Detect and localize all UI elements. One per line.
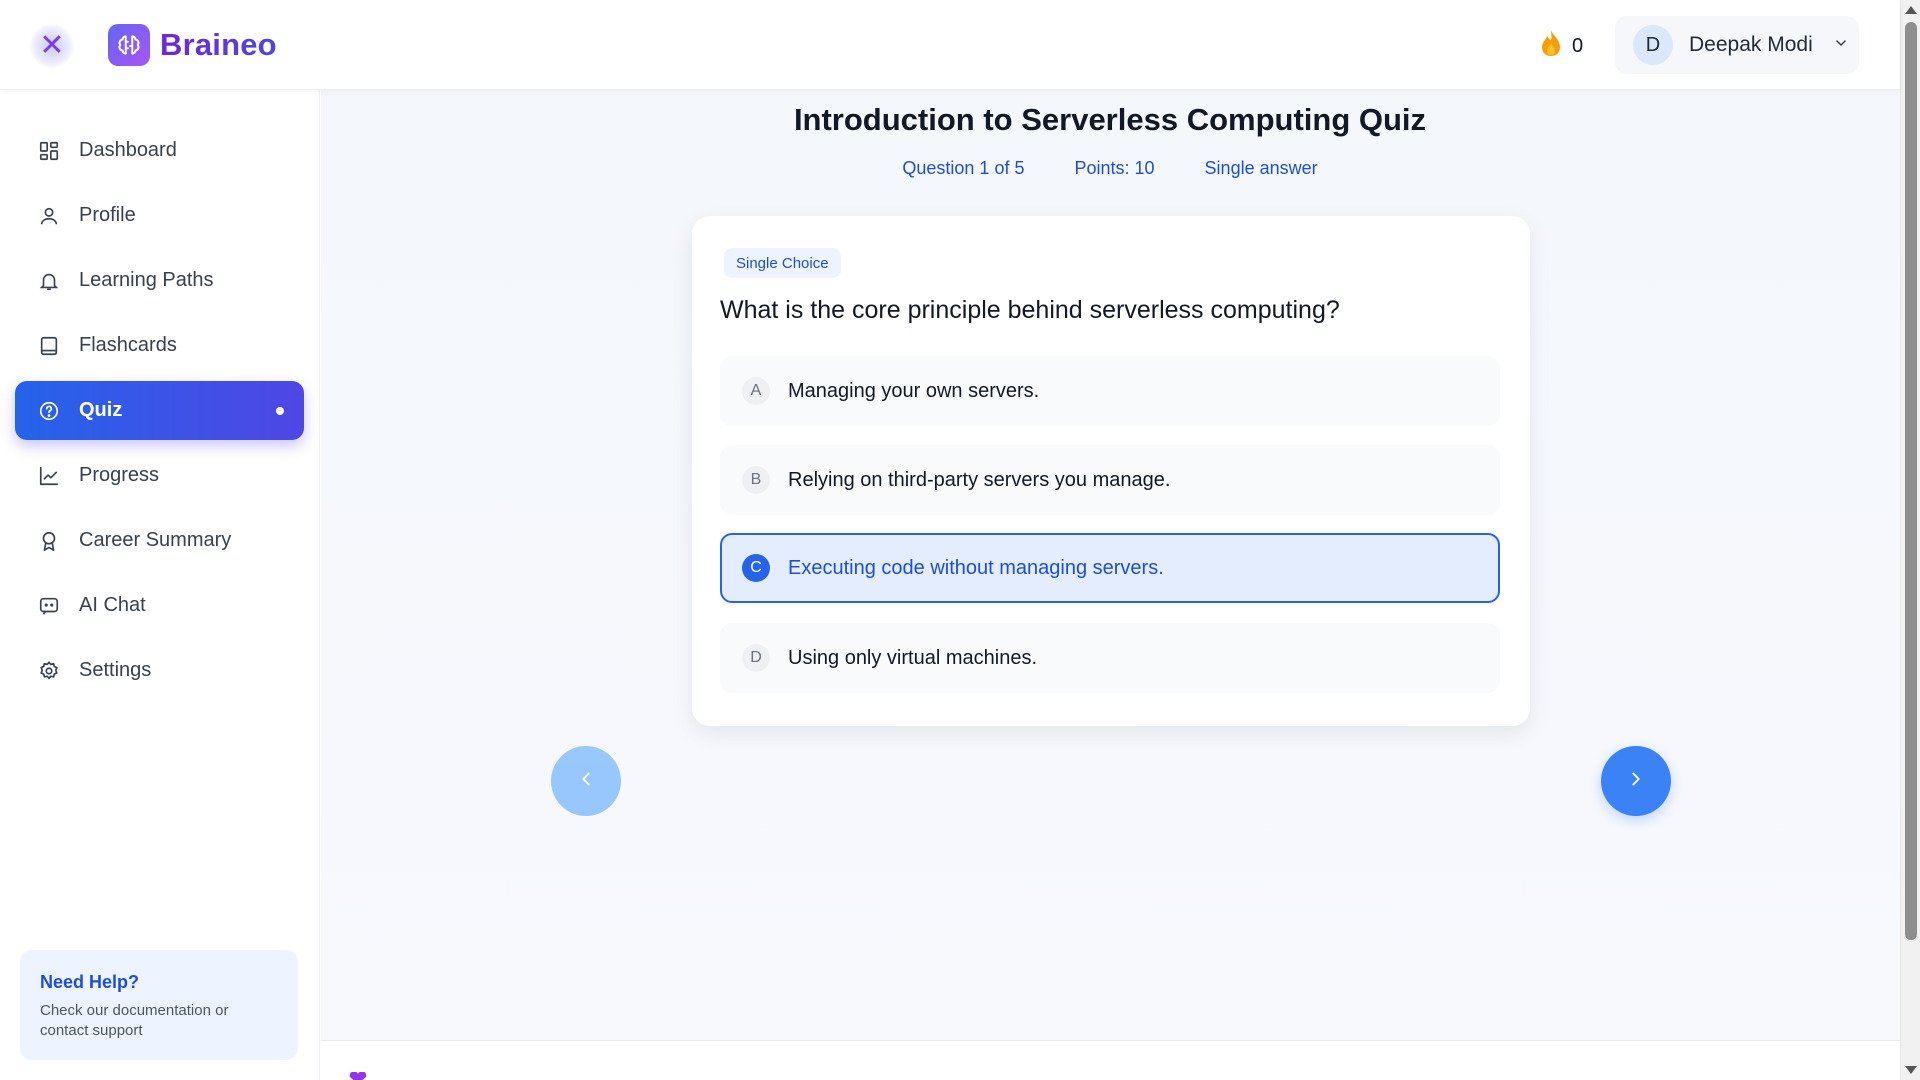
active-indicator-dot <box>276 407 284 415</box>
scroll-down-icon[interactable] <box>1905 1066 1917 1074</box>
sidebar-item-label: Learning Paths <box>79 269 214 291</box>
sidebar-item-label: Progress <box>79 464 160 486</box>
sidebar-item-flashcards[interactable]: Flashcards <box>15 316 304 375</box>
sidebar-item-label: Flashcards <box>79 334 177 356</box>
fire-icon <box>1540 29 1562 63</box>
question-type-badge: Single Choice <box>724 248 841 278</box>
help-card[interactable]: Need Help? Check our documentation or co… <box>20 950 298 1060</box>
chevron-left-icon <box>575 768 597 795</box>
sidebar-item-label: Settings <box>79 659 152 681</box>
help-text: Check our documentation or contact suppo… <box>40 1002 229 1039</box>
question-text: What is the core principle behind server… <box>720 296 1340 324</box>
sidebar-item-label: Career Summary <box>79 529 232 551</box>
scrollbar-thumb[interactable] <box>1905 22 1917 940</box>
option-text: Using only virtual machines. <box>788 646 1037 669</box>
answer-option-c[interactable]: C Executing code without managing server… <box>720 533 1500 603</box>
streak-counter[interactable]: 0 <box>1540 30 1583 62</box>
avatar: D <box>1633 25 1673 65</box>
award-icon <box>37 529 61 553</box>
option-letter: A <box>742 377 770 405</box>
brain-logo-icon <box>108 24 150 66</box>
sidebar-item-label: AI Chat <box>79 594 146 616</box>
quiz-meta: Question 1 of 5 Points: 10 Single answer <box>320 158 1900 179</box>
chevron-down-icon <box>1833 35 1849 56</box>
next-question-button[interactable] <box>1601 746 1671 816</box>
page-scrollbar[interactable] <box>1900 0 1920 1080</box>
option-text: Executing code without managing servers. <box>788 556 1164 579</box>
sidebar-item-quiz[interactable]: Quiz <box>15 381 304 440</box>
help-title: Need Help? <box>40 972 140 992</box>
sidebar-item-ai-chat[interactable]: AI Chat <box>15 576 304 635</box>
chat-icon <box>37 594 61 618</box>
user-icon <box>37 204 61 228</box>
sidebar-item-settings[interactable]: Settings <box>15 641 304 700</box>
streak-count: 0 <box>1572 34 1584 57</box>
answer-option-b[interactable]: B Relying on third-party servers you man… <box>720 445 1500 515</box>
user-name: Deepak Modi <box>1689 33 1813 56</box>
gear-icon <box>37 659 61 683</box>
chart-line-icon <box>37 464 61 488</box>
sidebar-item-label: Profile <box>79 204 136 226</box>
answer-type: Single answer <box>1204 158 1318 178</box>
answer-option-d[interactable]: D Using only virtual machines. <box>720 623 1500 693</box>
question-progress: Question 1 of 5 <box>902 158 1025 178</box>
question-card: Single Choice What is the core principle… <box>692 216 1530 726</box>
user-menu[interactable]: D Deepak Modi <box>1615 16 1859 74</box>
sidebar-item-learning-paths[interactable]: Learning Paths <box>15 251 304 310</box>
page-title: Introduction to Serverless Computing Qui… <box>793 102 1427 137</box>
sidebar-item-progress[interactable]: Progress <box>15 446 304 505</box>
dashboard-icon <box>37 139 61 163</box>
answer-option-a[interactable]: A Managing your own servers. <box>720 356 1500 426</box>
brand-logo[interactable]: Braineo <box>108 24 277 66</box>
option-letter: D <box>742 644 770 672</box>
book-icon <box>37 334 61 358</box>
chevron-right-icon <box>1625 768 1647 795</box>
option-letter: B <box>742 466 770 494</box>
previous-question-button[interactable] <box>551 746 621 816</box>
sidebar: Dashboard Profile Learning Paths Flashca… <box>0 90 320 1080</box>
sidebar-item-label: Quiz <box>79 399 123 421</box>
top-header: ✕ Braineo 0 D Deepak Modi <box>0 0 1900 90</box>
close-icon[interactable]: ✕ <box>30 24 74 68</box>
footer <box>321 1040 1900 1080</box>
bell-icon <box>37 269 61 293</box>
heart-icon <box>347 1071 369 1080</box>
scroll-up-icon[interactable] <box>1905 6 1917 14</box>
sidebar-item-profile[interactable]: Profile <box>15 186 304 245</box>
sidebar-item-career-summary[interactable]: Career Summary <box>15 511 304 570</box>
question-points: Points: 10 <box>1074 158 1155 178</box>
sidebar-item-label: Dashboard <box>79 139 177 161</box>
help-circle-icon <box>37 399 61 423</box>
option-text: Relying on third-party servers you manag… <box>788 468 1171 491</box>
option-text: Managing your own servers. <box>788 379 1040 402</box>
brand-name: Braineo <box>160 27 277 62</box>
option-letter: C <box>742 554 770 582</box>
